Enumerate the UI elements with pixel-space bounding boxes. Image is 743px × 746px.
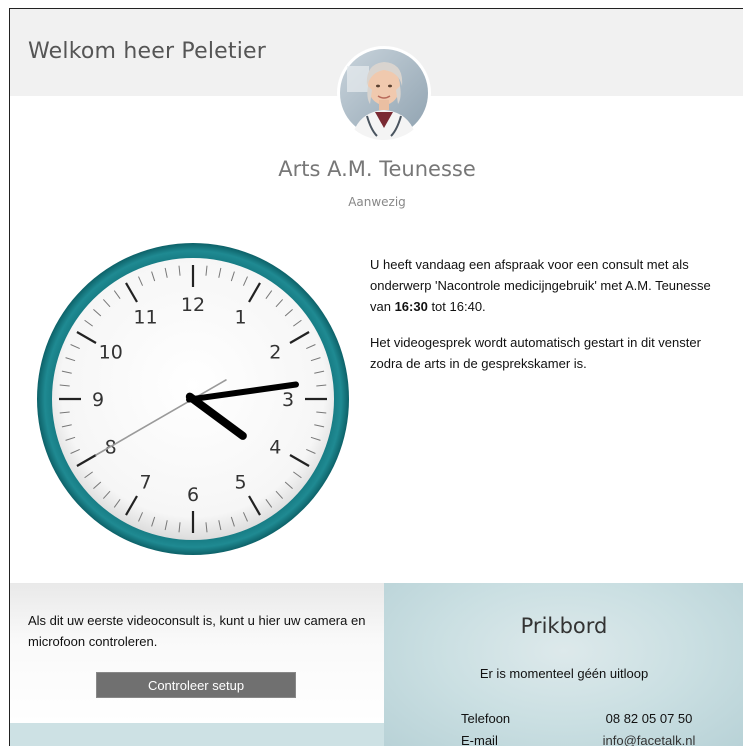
- analog-clock: 123456789101112: [37, 243, 349, 555]
- appointment-auto-start-note: Het videogesprek wordt automatisch gesta…: [370, 335, 701, 371]
- clock-number: 2: [269, 342, 281, 364]
- email-label: E-mail: [461, 733, 498, 746]
- notice-board: Prikbord Er is momenteel géén uitloop Te…: [384, 583, 743, 746]
- clock-number: 4: [269, 437, 281, 459]
- setup-panel-footer: [10, 723, 384, 746]
- appointment-start-time: 16:30: [394, 299, 428, 314]
- clock-number: 5: [234, 471, 246, 493]
- clock-number: 12: [181, 294, 205, 316]
- delay-status: Er is momenteel géén uitloop: [479, 666, 649, 681]
- phone-label: Telefoon: [461, 711, 511, 726]
- setup-panel: [10, 583, 384, 723]
- clock-number: 7: [139, 471, 151, 493]
- email-link[interactable]: info@facetalk.nl: [579, 733, 719, 746]
- clock-number: 6: [187, 484, 199, 506]
- clock-number: 8: [105, 437, 117, 459]
- clock-number: 9: [92, 389, 104, 411]
- check-setup-button[interactable]: Controleer setup: [96, 672, 296, 698]
- clock-number: 10: [99, 342, 123, 364]
- doctor-status: Aanwezig: [348, 195, 406, 209]
- doctor-name: Arts A.M. Teunesse: [278, 157, 476, 181]
- clock-number: 3: [282, 389, 294, 411]
- setup-instructions: Als dit uw eerste videoconsult is, kunt …: [28, 613, 366, 649]
- appointment-details: U heeft vandaag een afspraak voor een co…: [370, 257, 711, 314]
- doctor-avatar: [337, 46, 431, 140]
- contact-phone-row: Telefoon 08 82 05 07 50: [461, 711, 719, 726]
- welcome-title: Welkom heer Peletier: [28, 39, 266, 64]
- appointment-end-time: 16:40.: [449, 299, 486, 314]
- appointment-info: U heeft vandaag een afspraak voor een co…: [370, 254, 720, 389]
- notice-board-title: Prikbord: [520, 614, 608, 638]
- contact-email-row: E-mail info@facetalk.nl: [461, 733, 719, 746]
- app-frame: Welkom heer Peletier Arts A.M. Teunesse …: [9, 8, 743, 746]
- clock-number: 11: [133, 307, 157, 329]
- clock-number: 1: [234, 307, 246, 329]
- phone-value: 08 82 05 07 50: [605, 711, 693, 726]
